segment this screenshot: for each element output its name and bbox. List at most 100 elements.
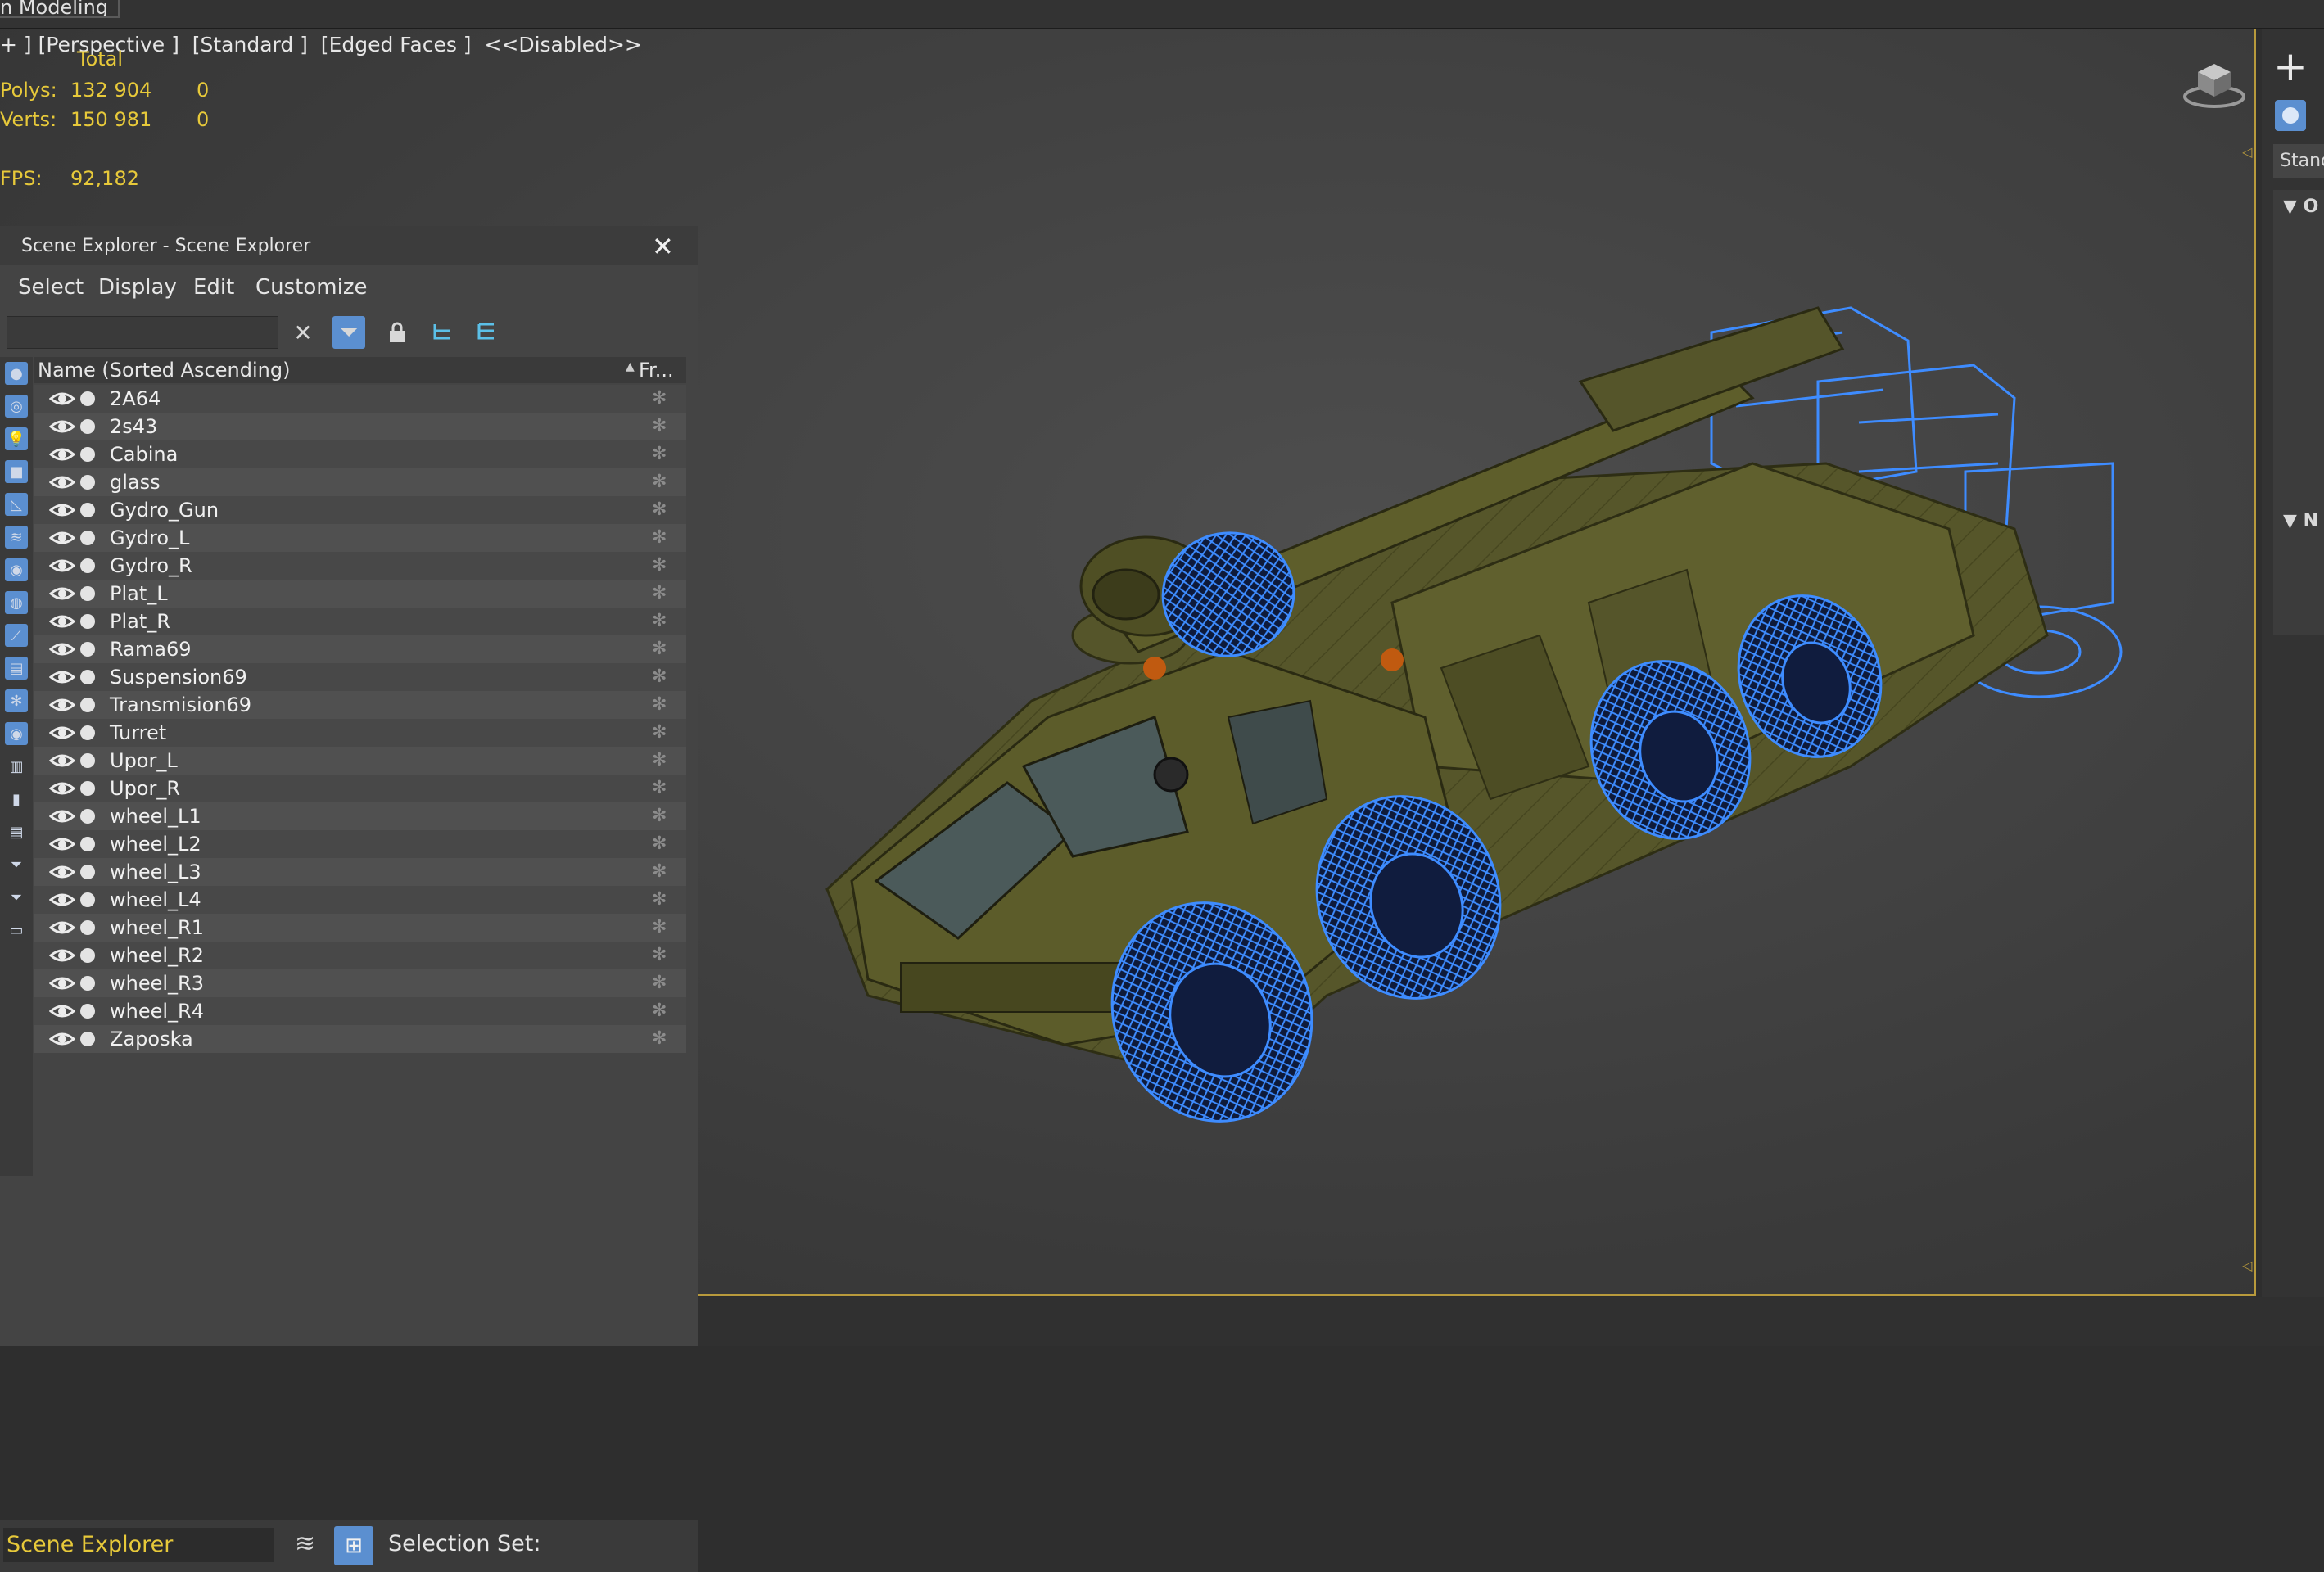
table-row[interactable]: glass ✻ — [34, 468, 686, 496]
freeze-icon[interactable]: ✻ — [652, 1028, 667, 1049]
explorer-name-dropdown[interactable]: Scene Explorer — [3, 1528, 274, 1562]
object-name[interactable]: 2A64 — [110, 387, 161, 410]
eye-icon[interactable] — [49, 695, 75, 715]
menu-display[interactable]: Display — [98, 275, 177, 300]
freeze-icon[interactable]: ✻ — [652, 778, 667, 798]
bones-filter-icon[interactable]: ⟋ — [5, 624, 28, 647]
freeze-icon[interactable]: ✻ — [652, 416, 667, 436]
table-row[interactable]: wheel_R4 ✻ — [34, 997, 686, 1025]
sphere-icon[interactable] — [2275, 100, 2306, 131]
plus-icon[interactable]: + — [2273, 46, 2308, 87]
table-row[interactable]: Zaposka ✻ — [34, 1025, 686, 1053]
object-name[interactable]: Gydro_R — [110, 554, 192, 577]
freeze-icon[interactable]: ✻ — [652, 1001, 667, 1021]
eye-icon[interactable] — [49, 500, 75, 520]
object-type-icon[interactable] — [80, 781, 95, 796]
eye-icon[interactable] — [49, 528, 75, 548]
display-none-icon[interactable]: ▮ — [5, 788, 28, 811]
freeze-icon[interactable]: ✻ — [652, 917, 667, 937]
menu-edit[interactable]: Edit — [193, 275, 234, 300]
display-all-icon[interactable]: ▥ — [5, 755, 28, 778]
filter-icon[interactable]: ⏷ — [332, 316, 365, 349]
object-name[interactable]: Turret — [110, 721, 166, 744]
xrefs-filter-icon[interactable]: ◍ — [5, 591, 28, 614]
table-row[interactable]: wheel_L1 ✻ — [34, 802, 686, 830]
table-row[interactable]: wheel_R1 ✻ — [34, 914, 686, 942]
table-row[interactable]: Gydro_L ✻ — [34, 524, 686, 552]
object-type-icon[interactable] — [80, 531, 95, 545]
table-row[interactable]: wheel_R3 ✻ — [34, 969, 686, 997]
table-row[interactable]: Cabina ✻ — [34, 440, 686, 468]
freeze-icon[interactable]: ✻ — [652, 889, 667, 910]
clear-search-icon[interactable]: ✕ — [287, 316, 319, 349]
name-color-rollout[interactable]: ▼ N — [2273, 504, 2324, 635]
object-type-icon[interactable] — [80, 503, 95, 517]
object-type-icon[interactable] — [80, 920, 95, 935]
object-name[interactable]: wheel_R3 — [110, 972, 204, 995]
freeze-icon[interactable]: ✻ — [652, 861, 667, 882]
eye-icon[interactable] — [49, 806, 75, 826]
object-type-icon[interactable] — [80, 391, 95, 406]
freeze-icon[interactable]: ✻ — [652, 666, 667, 687]
object-type-icon[interactable] — [80, 558, 95, 573]
table-row[interactable]: Upor_L ✻ — [34, 747, 686, 775]
funnel-icon[interactable]: ⏷ — [5, 886, 28, 909]
table-row[interactable]: Transmision69 ✻ — [34, 691, 686, 719]
object-name[interactable]: wheel_R2 — [110, 944, 204, 967]
object-name[interactable]: Plat_L — [110, 582, 168, 605]
eye-icon[interactable] — [49, 445, 75, 464]
freeze-icon[interactable]: ✻ — [652, 611, 667, 631]
object-type-icon[interactable] — [80, 809, 95, 824]
hidden-filter-icon[interactable]: ◉ — [5, 722, 28, 745]
table-row[interactable]: wheel_L2 ✻ — [34, 830, 686, 858]
object-name[interactable]: Transmision69 — [110, 693, 251, 716]
freeze-icon[interactable]: ✻ — [652, 555, 667, 576]
object-type-rollout-title[interactable]: ▼ O — [2283, 196, 2318, 217]
table-row[interactable]: Plat_L ✻ — [34, 580, 686, 608]
freeze-icon[interactable]: ✻ — [652, 499, 667, 520]
object-name[interactable]: wheel_L4 — [110, 888, 201, 911]
object-type-icon[interactable] — [80, 976, 95, 991]
table-row[interactable]: wheel_R2 ✻ — [34, 942, 686, 969]
category-dropdown[interactable]: Standa — [2273, 144, 2324, 178]
column-freeze-header[interactable]: Fr... — [639, 359, 674, 382]
groups-filter-icon[interactable]: ◉ — [5, 558, 28, 581]
scene-explorer-titlebar[interactable]: Scene Explorer - Scene Explorer ✕ — [0, 226, 698, 265]
object-type-icon[interactable] — [80, 1032, 95, 1046]
menu-select[interactable]: Select — [18, 275, 84, 300]
eye-icon[interactable] — [49, 472, 75, 492]
object-name[interactable]: Upor_L — [110, 749, 178, 772]
object-name[interactable]: Suspension69 — [110, 666, 247, 689]
column-name-header[interactable]: Name (Sorted Ascending) — [38, 359, 290, 382]
viewcube-icon[interactable] — [2182, 54, 2247, 111]
table-row[interactable]: Plat_R ✻ — [34, 608, 686, 635]
eye-icon[interactable] — [49, 973, 75, 993]
object-type-icon[interactable] — [80, 614, 95, 629]
invert-display-icon[interactable]: ▤ — [5, 820, 28, 843]
object-name[interactable]: Plat_R — [110, 610, 170, 633]
freeze-icon[interactable]: ✻ — [652, 388, 667, 409]
freeze-icon[interactable]: ✻ — [652, 639, 667, 659]
object-name[interactable]: wheel_L3 — [110, 861, 201, 883]
eye-icon[interactable] — [49, 862, 75, 882]
freeze-icon[interactable]: ✻ — [652, 527, 667, 548]
object-type-icon[interactable] — [80, 670, 95, 684]
filter-toggle-icon[interactable]: ⏷ — [5, 853, 28, 876]
freeze-icon[interactable]: ✻ — [652, 806, 667, 826]
eye-icon[interactable] — [49, 1001, 75, 1021]
table-row[interactable]: wheel_L4 ✻ — [34, 886, 686, 914]
hierarchy-icon[interactable] — [426, 316, 459, 349]
object-type-icon[interactable] — [80, 698, 95, 712]
table-row[interactable]: Suspension69 ✻ — [34, 663, 686, 691]
table-row[interactable]: Turret ✻ — [34, 719, 686, 747]
eye-icon[interactable] — [49, 389, 75, 409]
object-type-icon[interactable] — [80, 837, 95, 852]
eye-icon[interactable] — [49, 834, 75, 854]
lock-icon[interactable] — [381, 316, 414, 349]
layers-icon[interactable]: ≋ — [295, 1529, 315, 1558]
object-name[interactable]: glass — [110, 471, 161, 494]
eye-icon[interactable] — [49, 890, 75, 910]
eye-icon[interactable] — [49, 918, 75, 937]
object-type-icon[interactable] — [80, 948, 95, 963]
object-name[interactable]: Gydro_L — [110, 526, 189, 549]
